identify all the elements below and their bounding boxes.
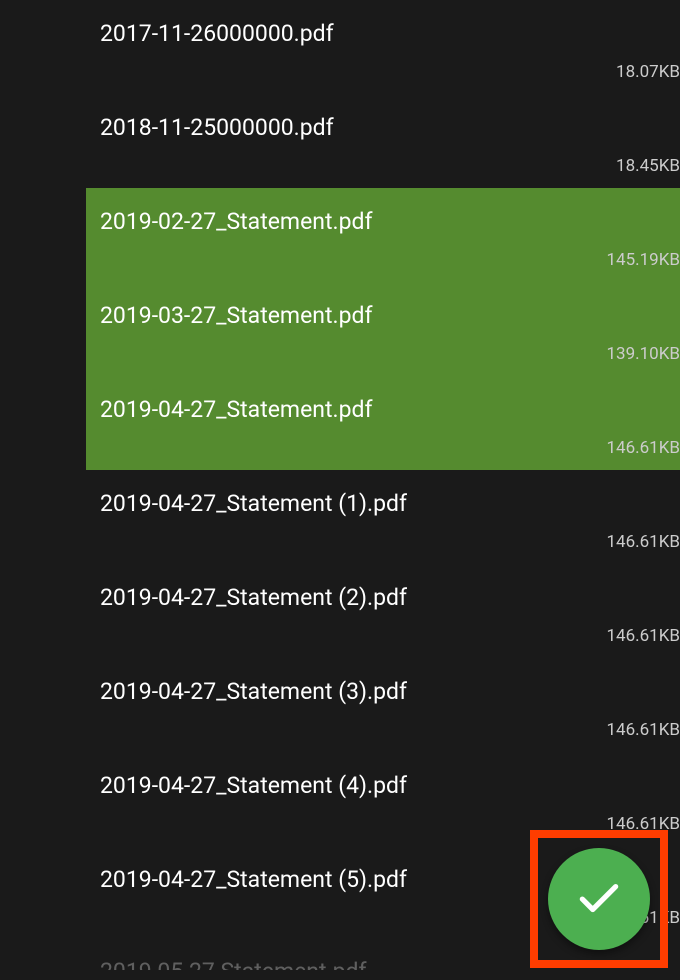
file-size-label: 146.61KB bbox=[606, 720, 680, 740]
row-indent bbox=[0, 0, 86, 94]
fab-highlight-box bbox=[530, 830, 668, 968]
file-size-label: 139.10KB bbox=[606, 344, 680, 364]
file-name-label: 2019-02-27_Statement.pdf bbox=[100, 208, 680, 235]
row-indent bbox=[0, 376, 86, 470]
file-name-label: 2019-03-27_Statement.pdf bbox=[100, 302, 680, 329]
file-row[interactable]: 2019-04-27_Statement (3).pdf 146.61KB bbox=[0, 658, 680, 752]
file-size-label: 145.19KB bbox=[606, 250, 680, 270]
file-row[interactable]: 2018-11-25000000.pdf 18.45KB bbox=[0, 94, 680, 188]
row-indent bbox=[0, 846, 86, 940]
file-row[interactable]: 2019-04-27_Statement.pdf 146.61KB bbox=[0, 376, 680, 470]
file-row[interactable]: 2019-04-27_Statement (2).pdf 146.61KB bbox=[0, 564, 680, 658]
file-name-label: 2019-04-27_Statement (1).pdf bbox=[100, 490, 680, 517]
file-row[interactable]: 2017-11-26000000.pdf 18.07KB bbox=[0, 0, 680, 94]
file-row[interactable]: 2019-03-27_Statement.pdf 139.10KB bbox=[0, 282, 680, 376]
file-name-label: 2019-04-27_Statement.pdf bbox=[100, 396, 680, 423]
row-indent bbox=[0, 752, 86, 846]
file-name-label: 2019-04-27_Statement (2).pdf bbox=[100, 584, 680, 611]
checkmark-icon bbox=[574, 872, 624, 926]
file-name-label: 2019-04-27_Statement (4).pdf bbox=[100, 772, 680, 799]
file-name-label: 2019-04-27_Statement (3).pdf bbox=[100, 678, 680, 705]
file-size-label: 146.61KB bbox=[606, 438, 680, 458]
file-size-label: 146.61KB bbox=[606, 532, 680, 552]
file-size-label: 18.45KB bbox=[616, 156, 680, 176]
file-size-label: 146.61KB bbox=[606, 626, 680, 646]
row-indent bbox=[0, 94, 86, 188]
file-name-label: 2017-11-26000000.pdf bbox=[100, 20, 680, 47]
row-indent bbox=[0, 470, 86, 564]
file-name-label: 2018-11-25000000.pdf bbox=[100, 114, 680, 141]
file-row[interactable]: 2019-04-27_Statement (1).pdf 146.61KB bbox=[0, 470, 680, 564]
row-indent bbox=[0, 188, 86, 282]
file-row[interactable]: 2019-02-27_Statement.pdf 145.19KB bbox=[0, 188, 680, 282]
file-size-label: 18.07KB bbox=[616, 62, 680, 82]
confirm-fab-button[interactable] bbox=[548, 848, 650, 950]
row-indent bbox=[0, 282, 86, 376]
row-indent bbox=[0, 564, 86, 658]
row-indent bbox=[0, 658, 86, 752]
